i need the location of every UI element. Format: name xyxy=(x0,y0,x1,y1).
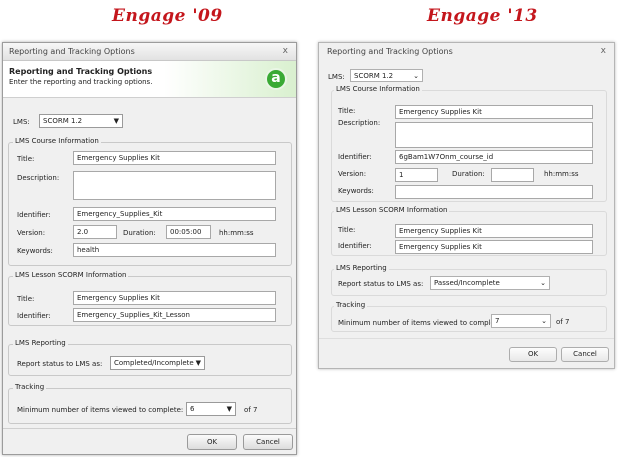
duration-input[interactable] xyxy=(491,168,534,182)
report-status-select[interactable]: Passed/Incomplete ⌄ xyxy=(430,276,550,290)
chevron-down-icon: ▼ xyxy=(195,359,201,367)
chevron-down-icon: ▼ xyxy=(226,405,232,413)
button-bar xyxy=(3,428,296,429)
min-items-value: 6 xyxy=(190,405,195,413)
title-input[interactable]: Emergency Supplies Kit xyxy=(395,105,593,119)
report-status-select[interactable]: Completed/Incomplete ▼ xyxy=(110,356,205,370)
keywords-input[interactable]: health xyxy=(73,243,276,257)
description-input[interactable] xyxy=(395,122,593,148)
min-items-select[interactable]: 7 ⌄ xyxy=(491,314,551,328)
close-icon[interactable]: x xyxy=(601,46,606,56)
ok-button[interactable]: OK xyxy=(509,347,557,362)
min-items-label: Minimum number of items viewed to comple… xyxy=(338,319,505,327)
close-icon[interactable]: x xyxy=(283,46,288,56)
description-label: Description: xyxy=(17,174,60,182)
lesson-title-label: Title: xyxy=(338,226,356,234)
banner-subtitle: Enter the reporting and tracking options… xyxy=(9,78,153,86)
lms-label: LMS: xyxy=(13,118,30,126)
duration-unit: hh:mm:ss xyxy=(219,229,254,237)
chevron-down-icon: ⌄ xyxy=(540,279,546,287)
identifier-input[interactable]: Emergency_Supplies_Kit xyxy=(73,207,276,221)
lms-select[interactable]: SCORM 1.2 ⌄ xyxy=(350,69,423,82)
lesson-title-input[interactable]: Emergency Supplies Kit xyxy=(73,291,276,305)
keywords-label: Keywords: xyxy=(338,187,374,195)
of-total-label: of 7 xyxy=(556,318,570,326)
engage-logo-icon: a xyxy=(265,68,287,90)
of-total-label: of 7 xyxy=(244,406,258,414)
lms-select-value: SCORM 1.2 xyxy=(43,117,83,125)
version-label: Version: xyxy=(17,229,46,237)
report-status-value: Passed/Incomplete xyxy=(434,279,500,287)
min-items-value: 7 xyxy=(495,317,500,325)
duration-label: Duration: xyxy=(452,170,485,178)
logo-letter: a xyxy=(271,70,281,86)
version-input[interactable]: 2.0 xyxy=(73,225,117,239)
title-label: Title: xyxy=(17,155,35,163)
min-items-select[interactable]: 6 ▼ xyxy=(186,402,236,416)
lesson-identifier-input[interactable]: Emergency_Supplies_Kit_Lesson xyxy=(73,308,276,322)
version-label: Version: xyxy=(338,170,367,178)
course-info-group-title: LMS Course Information xyxy=(13,137,101,145)
dialog-engage-13: Reporting and Tracking Options x LMS: SC… xyxy=(318,42,615,369)
chevron-down-icon: ⌄ xyxy=(413,72,419,80)
header-banner: Reporting and Tracking Options Enter the… xyxy=(3,61,296,98)
lesson-identifier-input[interactable]: Emergency Supplies Kit xyxy=(395,240,593,254)
duration-label: Duration: xyxy=(123,229,156,237)
identifier-input[interactable]: 6gBam1W7Onm_course_id xyxy=(395,150,593,164)
chevron-down-icon: ▼ xyxy=(113,117,119,125)
ok-button[interactable]: OK xyxy=(187,434,237,450)
button-bar xyxy=(319,338,614,339)
keywords-input[interactable] xyxy=(395,185,593,199)
window-titlebar[interactable]: Reporting and Tracking Options x xyxy=(3,43,296,61)
course-info-group-title: LMS Course Information xyxy=(334,85,422,93)
lesson-identifier-label: Identifier: xyxy=(338,242,372,250)
min-items-label: Minimum number of items viewed to comple… xyxy=(17,406,184,414)
report-status-label: Report status to LMS as: xyxy=(17,360,103,368)
lms-select[interactable]: SCORM 1.2 ▼ xyxy=(39,114,123,128)
lesson-identifier-label: Identifier: xyxy=(17,312,51,320)
banner-title: Reporting and Tracking Options xyxy=(9,67,153,76)
report-status-value: Completed/Incomplete xyxy=(114,359,194,367)
reporting-group-title: LMS Reporting xyxy=(334,264,389,272)
lms-label: LMS: xyxy=(328,73,345,81)
chevron-down-icon: ⌄ xyxy=(541,317,547,325)
duration-input[interactable]: 00:05:00 xyxy=(166,225,211,239)
version-input[interactable]: 1 xyxy=(395,168,438,182)
window-title: Reporting and Tracking Options xyxy=(9,47,135,56)
engage-09-heading: Engage '09 xyxy=(112,6,223,26)
report-status-label: Report status to LMS as: xyxy=(338,280,424,288)
keywords-label: Keywords: xyxy=(17,247,53,255)
window-title: Reporting and Tracking Options xyxy=(327,47,453,56)
tracking-group-title: Tracking xyxy=(334,301,368,309)
lesson-title-label: Title: xyxy=(17,295,35,303)
cancel-button[interactable]: Cancel xyxy=(561,347,609,362)
reporting-group-title: LMS Reporting xyxy=(13,339,68,347)
dialog-engage-09: Reporting and Tracking Options x Reporti… xyxy=(2,42,297,455)
title-input[interactable]: Emergency Supplies Kit xyxy=(73,151,276,165)
lesson-title-input[interactable]: Emergency Supplies Kit xyxy=(395,224,593,238)
duration-unit: hh:mm:ss xyxy=(544,170,579,178)
description-input[interactable] xyxy=(73,171,276,200)
lesson-info-group-title: LMS Lesson SCORM Information xyxy=(334,206,450,214)
title-label: Title: xyxy=(338,107,356,115)
identifier-label: Identifier: xyxy=(338,153,372,161)
identifier-label: Identifier: xyxy=(17,211,51,219)
description-label: Description: xyxy=(338,119,381,127)
tracking-group-title: Tracking xyxy=(13,383,47,391)
lesson-info-group-title: LMS Lesson SCORM Information xyxy=(13,271,129,279)
lms-select-value: SCORM 1.2 xyxy=(354,72,394,80)
window-titlebar[interactable]: Reporting and Tracking Options x xyxy=(319,43,614,60)
engage-13-heading: Engage '13 xyxy=(427,6,538,26)
cancel-button[interactable]: Cancel xyxy=(243,434,293,450)
